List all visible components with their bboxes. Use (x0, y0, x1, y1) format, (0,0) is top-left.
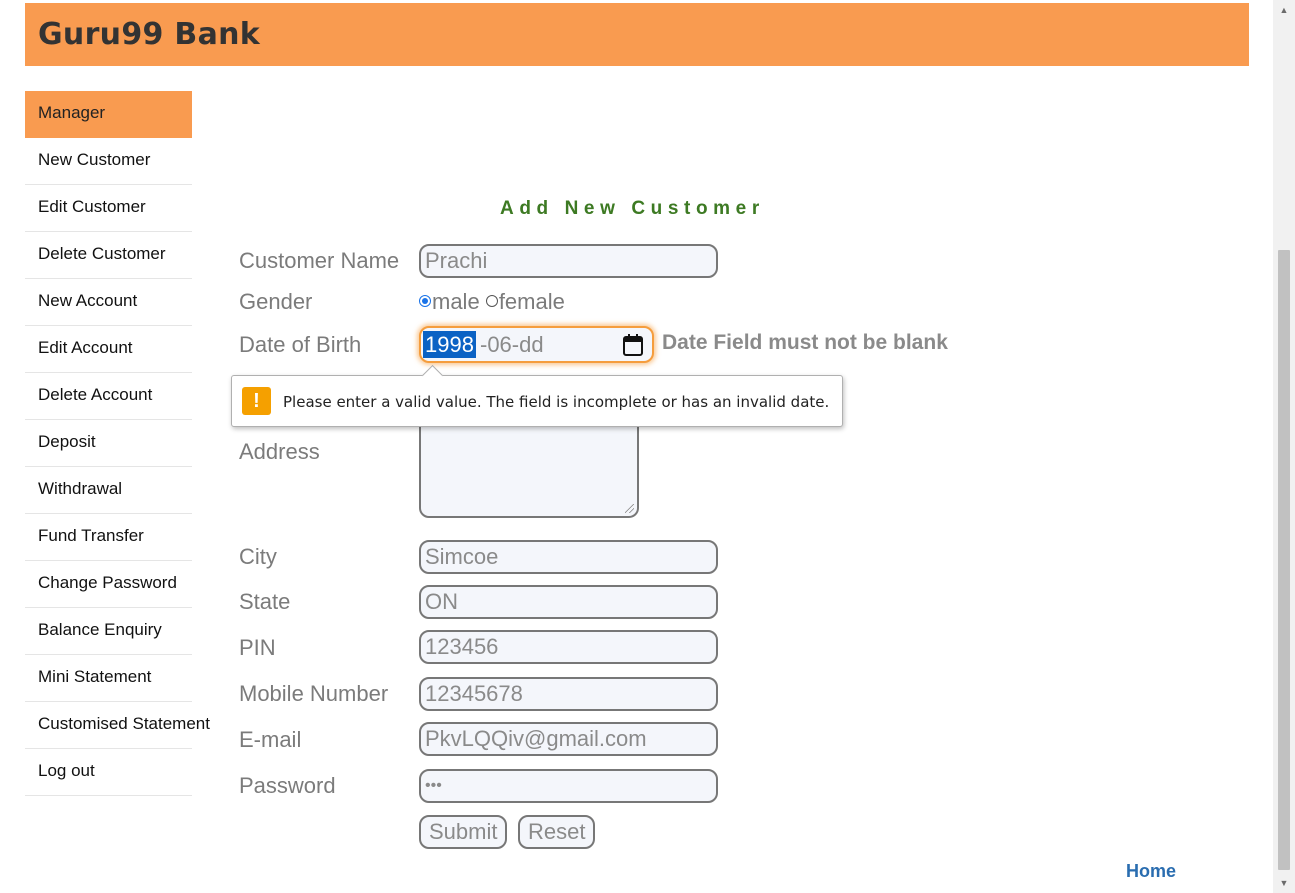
state-label: State (239, 589, 291, 614)
app-title: Guru99 Bank (38, 17, 261, 52)
state-input[interactable] (419, 585, 718, 619)
sidebar-item-delete-account[interactable]: Delete Account (25, 373, 192, 420)
gender-label: Gender (239, 289, 313, 314)
resize-grip-icon[interactable] (625, 504, 634, 513)
sidebar-item-new-account[interactable]: New Account (25, 279, 192, 326)
customer-name-input[interactable] (419, 244, 718, 278)
city-label: City (239, 544, 277, 569)
sidebar-item-edit-account[interactable]: Edit Account (25, 326, 192, 373)
sidebar-item-change-password[interactable]: Change Password (25, 561, 192, 608)
password-label: Password (239, 773, 336, 798)
scroll-down-arrow-icon[interactable]: ▼ (1273, 873, 1295, 893)
calendar-icon[interactable] (622, 333, 644, 357)
city-input[interactable] (419, 540, 718, 574)
gender-male-radio[interactable] (419, 295, 431, 308)
sidebar-item-manager[interactable]: Manager (25, 91, 192, 138)
email-input[interactable] (419, 722, 718, 756)
submit-button[interactable]: Submit (419, 815, 508, 849)
home-link[interactable]: Home (1126, 861, 1176, 882)
scrollbar-thumb[interactable] (1278, 250, 1290, 870)
tooltip-message: Please enter a valid value. The field is… (283, 393, 830, 411)
dob-year-segment[interactable]: 1998 (423, 331, 476, 358)
sidebar-item-mini-statement[interactable]: Mini Statement (25, 655, 192, 702)
mobile-input[interactable] (419, 677, 718, 711)
vertical-scrollbar[interactable]: ▲ ▼ (1273, 0, 1295, 893)
sidebar-item-new-customer[interactable]: New Customer (25, 138, 192, 185)
sidebar-nav: Manager New Customer Edit Customer Delet… (25, 91, 210, 796)
form-title: Add New Customer (500, 198, 765, 219)
pin-input[interactable] (419, 630, 718, 664)
app-header: Guru99 Bank (25, 3, 1249, 66)
gender-female-label[interactable]: female (499, 289, 565, 314)
sidebar-item-fund-transfer[interactable]: Fund Transfer (25, 514, 192, 561)
dob-error-message: Date Field must not be blank (662, 331, 948, 354)
sidebar-item-withdrawal[interactable]: Withdrawal (25, 467, 192, 514)
validation-tooltip: ! Please enter a valid value. The field … (231, 364, 843, 427)
gender-radio-group: male female (419, 289, 565, 315)
pin-label: PIN (239, 635, 276, 660)
customer-name-label: Customer Name (239, 248, 400, 273)
sidebar-item-customised-statement[interactable]: Customised Statement (25, 702, 210, 749)
email-label: E-mail (239, 727, 302, 752)
scroll-up-arrow-icon[interactable]: ▲ (1273, 0, 1295, 20)
gender-male-label[interactable]: male (432, 289, 480, 314)
password-input[interactable] (419, 769, 718, 803)
tooltip-arrow (421, 364, 444, 387)
sidebar-item-balance-enquiry[interactable]: Balance Enquiry (25, 608, 192, 655)
reset-button[interactable]: Reset (518, 815, 596, 849)
sidebar-item-log-out[interactable]: Log out (25, 749, 192, 796)
gender-female-radio[interactable] (485, 295, 498, 308)
dob-month-day-segments[interactable]: -06-dd (480, 331, 544, 358)
sidebar-item-edit-customer[interactable]: Edit Customer (25, 185, 192, 232)
dob-label: Date of Birth (239, 332, 362, 357)
sidebar-item-deposit[interactable]: Deposit (25, 420, 192, 467)
address-label: Address (239, 439, 320, 464)
sidebar-item-delete-customer[interactable]: Delete Customer (25, 232, 192, 279)
dob-date-input[interactable]: 1998 -06-dd (419, 326, 654, 363)
mobile-label: Mobile Number (239, 681, 389, 706)
warning-icon: ! (242, 387, 271, 415)
